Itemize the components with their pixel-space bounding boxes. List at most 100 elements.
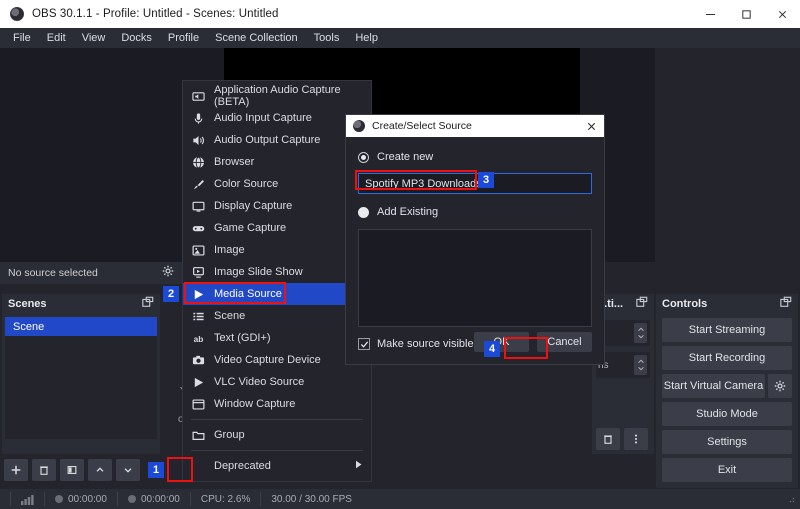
- menu-item-label: Audio Output Capture: [214, 134, 321, 146]
- menu-item-application-audio-capture[interactable]: Application Audio Capture (BETA): [183, 84, 371, 108]
- gear-icon[interactable]: [768, 374, 792, 398]
- window-title: OBS 30.1.1 - Profile: Untitled - Scenes:…: [32, 8, 279, 20]
- settings-button[interactable]: Settings: [662, 430, 792, 454]
- menu-item-label: Game Capture: [214, 222, 287, 234]
- annotation-badge-2: 2: [163, 286, 179, 302]
- menu-item-label: Scene: [214, 310, 246, 322]
- add-existing-radio[interactable]: [358, 206, 369, 218]
- menu-item-vlc-video-source[interactable]: VLC Video Source: [183, 371, 371, 393]
- scene-list[interactable]: Scene: [5, 317, 157, 439]
- start-streaming-button[interactable]: Start Streaming: [662, 318, 792, 342]
- menu-help[interactable]: Help: [348, 30, 385, 46]
- scenes-dock-title: Scenes: [8, 298, 47, 310]
- menu-item-label: VLC Video Source: [214, 376, 305, 388]
- menu-item-browser[interactable]: Browser: [183, 151, 371, 173]
- menu-separator: [191, 419, 363, 420]
- menu-item-label: Media Source: [214, 288, 282, 300]
- camera-icon: [191, 353, 205, 367]
- create-new-radio[interactable]: [358, 151, 369, 163]
- existing-sources-list[interactable]: [358, 229, 592, 327]
- create-select-source-dialog: Create/Select Source Create new Spotify …: [345, 114, 605, 365]
- spacer-icon: [191, 459, 205, 473]
- make-source-visible-checkbox[interactable]: [358, 338, 370, 350]
- studio-mode-button[interactable]: Studio Mode: [662, 402, 792, 426]
- status-bar: 00:00:00 00:00:00 CPU: 2.6% 30.00 / 30.0…: [0, 489, 800, 509]
- scene-filters-button[interactable]: [60, 459, 84, 481]
- menu-item-audio-input-capture[interactable]: Audio Input Capture: [183, 107, 371, 129]
- create-new-radio-row[interactable]: Create new: [358, 148, 592, 166]
- maximize-icon[interactable]: [728, 0, 764, 28]
- undock-icon[interactable]: [636, 295, 648, 313]
- create-new-label: Create new: [377, 151, 434, 163]
- record-indicator-icon: [127, 495, 136, 503]
- menu-edit[interactable]: Edit: [40, 30, 73, 46]
- menu-item-media-source[interactable]: Media Source: [183, 283, 348, 305]
- menu-item-group[interactable]: Group: [183, 424, 371, 446]
- menu-item-image[interactable]: Image: [183, 239, 371, 261]
- play-icon: [191, 287, 205, 301]
- start-recording-button[interactable]: Start Recording: [662, 346, 792, 370]
- menu-item-video-capture-device[interactable]: Video Capture Device: [183, 349, 371, 371]
- scene-list-item[interactable]: Scene: [5, 317, 157, 336]
- menu-item-text-gdi[interactable]: ab Text (GDI+): [183, 327, 371, 349]
- add-scene-button[interactable]: [4, 459, 28, 481]
- text-ab-icon: ab: [191, 331, 205, 345]
- menu-docks[interactable]: Docks: [114, 30, 159, 46]
- menu-item-label: Application Audio Capture (BETA): [214, 84, 341, 108]
- menu-item-label: Audio Input Capture: [214, 112, 312, 124]
- start-virtual-camera-button[interactable]: Start Virtual Camera: [662, 374, 765, 398]
- remove-scene-button[interactable]: [32, 459, 56, 481]
- menu-item-window-capture[interactable]: Window Capture: [183, 393, 371, 415]
- source-name-input[interactable]: Spotify MP3 Downloads: [358, 173, 592, 194]
- signal-bars-icon: [21, 494, 34, 505]
- mixer-trash-icon[interactable]: [596, 428, 620, 450]
- close-icon[interactable]: [764, 0, 800, 28]
- spinner-1[interactable]: [634, 323, 647, 343]
- svg-text:ab: ab: [193, 333, 203, 343]
- add-existing-radio-row[interactable]: Add Existing: [358, 203, 592, 221]
- close-icon[interactable]: [578, 115, 604, 137]
- record-time: 00:00:00: [140, 493, 180, 505]
- record-status: 00:00:00: [127, 493, 180, 505]
- menu-item-label: Display Capture: [214, 200, 293, 212]
- spinner-2[interactable]: [634, 355, 647, 375]
- play-icon: [191, 375, 205, 389]
- menu-item-image-slide-show[interactable]: Image Slide Show: [183, 261, 371, 283]
- dialog-title-bar: Create/Select Source: [346, 115, 604, 137]
- resize-grip-icon[interactable]: [785, 490, 795, 508]
- gear-icon[interactable]: [162, 264, 174, 282]
- title-bar: OBS 30.1.1 - Profile: Untitled - Scenes:…: [0, 0, 800, 28]
- cancel-button[interactable]: Cancel: [537, 332, 592, 352]
- menu-item-scene[interactable]: Scene: [183, 305, 371, 327]
- move-scene-up-button[interactable]: [88, 459, 112, 481]
- menu-scene-collection[interactable]: Scene Collection: [208, 30, 305, 46]
- menu-item-game-capture[interactable]: Game Capture: [183, 217, 371, 239]
- source-status-label: No source selected: [8, 267, 98, 279]
- controls-dock: Controls Start Streaming Start Recording…: [656, 294, 798, 488]
- obs-logo-icon: [353, 120, 365, 132]
- menu-item-color-source[interactable]: Color Source: [183, 173, 371, 195]
- menu-item-label: Image Slide Show: [214, 266, 303, 278]
- status-divider: [189, 492, 191, 506]
- menu-file[interactable]: File: [6, 30, 38, 46]
- kebab-menu-icon[interactable]: [624, 428, 648, 450]
- menu-item-display-capture[interactable]: Display Capture: [183, 195, 371, 217]
- menu-item-label: Text (GDI+): [214, 332, 271, 344]
- menu-profile[interactable]: Profile: [161, 30, 206, 46]
- annotation-badge-4: 4: [484, 341, 500, 357]
- menu-item-label: Browser: [214, 156, 255, 168]
- undock-icon[interactable]: [780, 295, 792, 313]
- menu-item-label: Deprecated: [214, 460, 271, 472]
- mixer-footer-toolbar: [596, 428, 650, 450]
- menu-view[interactable]: View: [75, 30, 113, 46]
- fps-status: 30.00 / 30.00 FPS: [271, 493, 352, 505]
- move-scene-down-button[interactable]: [116, 459, 140, 481]
- ok-button[interactable]: OK: [474, 332, 529, 352]
- list-icon: [191, 309, 205, 323]
- undock-icon[interactable]: [142, 295, 154, 313]
- menu-tools[interactable]: Tools: [307, 30, 347, 46]
- menu-item-deprecated[interactable]: Deprecated: [183, 455, 371, 477]
- exit-button[interactable]: Exit: [662, 458, 792, 482]
- minimize-icon[interactable]: [692, 0, 728, 28]
- menu-item-audio-output-capture[interactable]: Audio Output Capture: [183, 129, 371, 151]
